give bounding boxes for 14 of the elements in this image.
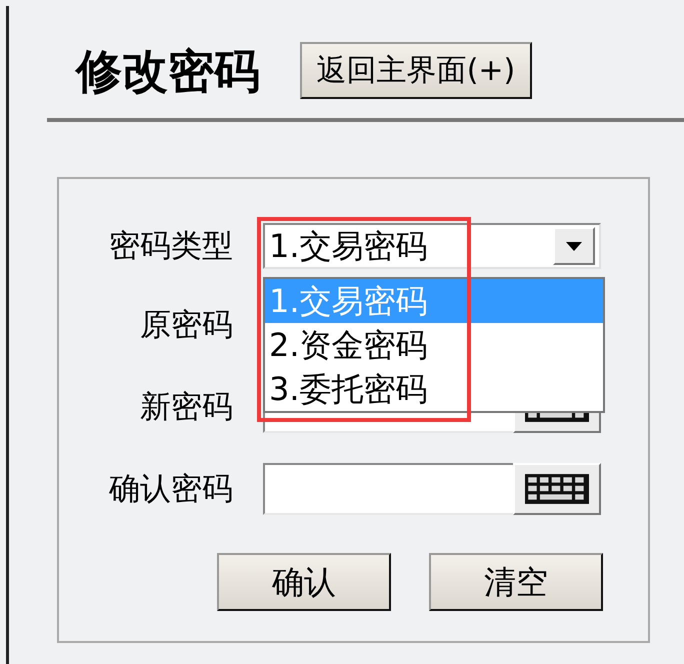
back-button[interactable]: 返回主界面(+) — [300, 42, 532, 99]
action-button[interactable]: 确认 — [217, 553, 391, 611]
keyboard-icon — [525, 474, 589, 504]
action-button[interactable]: 清空 — [429, 553, 603, 611]
password-type-select[interactable]: 1.交易密码 — [263, 223, 601, 269]
keyboard-button[interactable] — [513, 463, 601, 515]
caret-down-icon — [566, 242, 582, 250]
dropdown-button[interactable] — [553, 227, 595, 265]
field-label: 密码类型 — [108, 230, 233, 262]
page-title: 修改密码 — [76, 48, 260, 94]
field-label: 确认密码 — [108, 474, 233, 504]
password-field[interactable] — [263, 463, 513, 515]
field-label: 原密码 — [139, 310, 233, 340]
field-label: 新密码 — [139, 392, 233, 422]
